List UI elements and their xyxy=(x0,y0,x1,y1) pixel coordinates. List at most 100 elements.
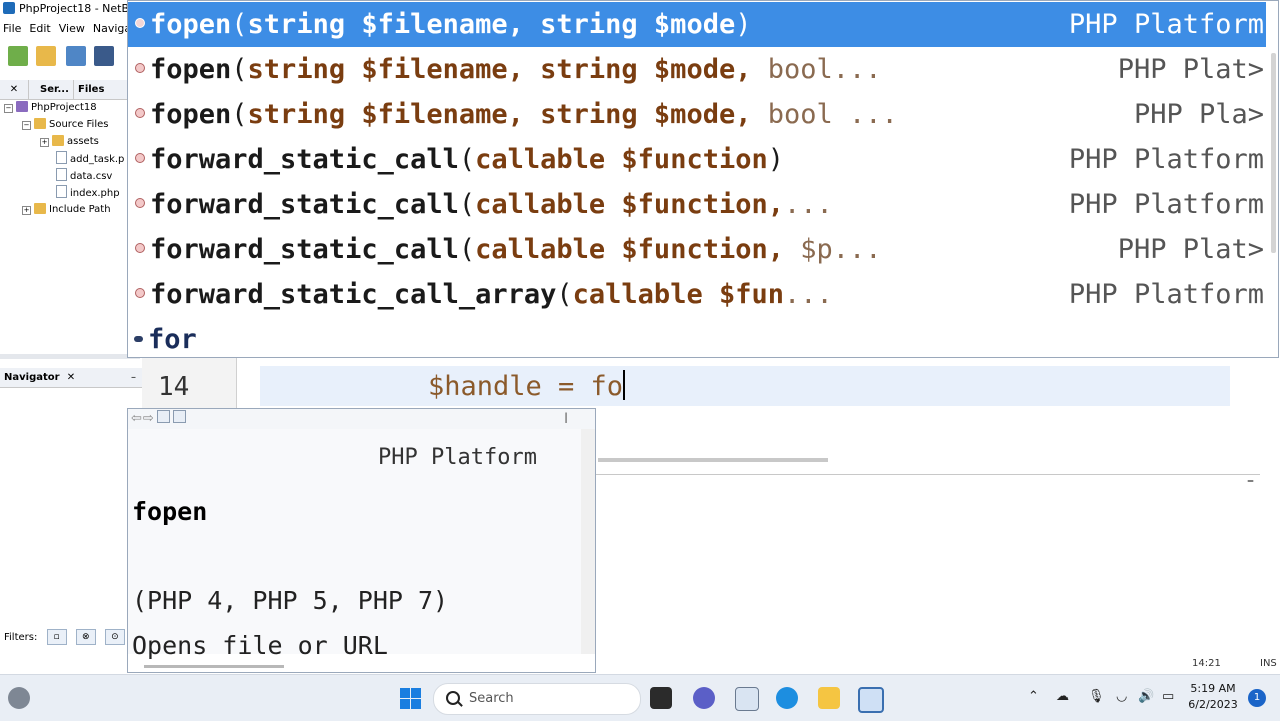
doc-versions: (PHP 4, PHP 5, PHP 7) xyxy=(132,586,449,615)
completion-item[interactable]: forward_static_call(callable $function,.… xyxy=(128,182,1266,227)
completion-item-keyword[interactable]: for xyxy=(128,317,1266,357)
tree-item-label: add_task.p xyxy=(70,154,125,165)
completion-item[interactable]: fopen(string $filename, string $mode) PHP… xyxy=(128,2,1266,47)
teams-chat-icon[interactable] xyxy=(693,687,715,709)
expand-icon[interactable]: + xyxy=(40,138,49,147)
completion-source: PHP Plat> xyxy=(1117,234,1264,265)
params-overflow: bool... xyxy=(751,54,882,85)
caret-position: 14:21 xyxy=(1192,658,1221,669)
open-paren: ( xyxy=(231,99,248,130)
collapse-icon[interactable]: − xyxy=(22,121,31,130)
new-file-icon[interactable] xyxy=(8,46,28,66)
folder-icon xyxy=(52,135,64,146)
minimize-output-icon[interactable]: – xyxy=(1247,473,1254,489)
close-paren: ) xyxy=(735,9,752,40)
function-name: fopen xyxy=(150,99,232,130)
system-clock[interactable]: 5:19 AM 6/2/2023 xyxy=(1186,681,1240,713)
edge-browser-icon[interactable] xyxy=(776,687,798,709)
tab-services[interactable]: Ser... xyxy=(36,80,74,99)
close-panel-icon[interactable]: ✕ xyxy=(0,80,29,99)
tab-files[interactable]: Files xyxy=(74,80,108,99)
doc-vertical-scrollbar[interactable] xyxy=(581,429,595,654)
open-paren: ( xyxy=(556,279,573,310)
menu-navigate[interactable]: Navigate xyxy=(93,22,130,35)
filter-private-icon[interactable]: ⊙ xyxy=(104,629,125,645)
notification-badge[interactable]: 1 xyxy=(1248,689,1266,707)
microphone-icon[interactable]: 🎙 xyxy=(1088,689,1105,704)
method-icon xyxy=(135,18,145,28)
doc-source: PHP Platform xyxy=(378,445,537,470)
line-number: 14 xyxy=(158,372,190,402)
completion-source: PHP Pla> xyxy=(1133,99,1264,130)
editor-horizontal-scrollbar[interactable] xyxy=(598,458,828,462)
filter-static-icon[interactable]: ⊗ xyxy=(75,629,96,645)
function-name: fopen xyxy=(150,9,232,40)
completion-item[interactable]: fopen(string $filename, string $mode, bo… xyxy=(128,92,1266,137)
panel-splitter[interactable] xyxy=(0,354,140,359)
code-completion-popup: fopen(string $filename, string $mode) PHP… xyxy=(127,0,1279,358)
clock-date: 6/2/2023 xyxy=(1188,698,1238,711)
taskbar-search[interactable]: Search xyxy=(433,683,641,715)
menu-edit[interactable]: Edit xyxy=(29,22,50,35)
function-name: forward_static_call xyxy=(150,144,459,175)
minimize-navigator-icon[interactable]: – xyxy=(131,368,136,387)
menu-file[interactable]: File xyxy=(3,22,21,35)
new-project-icon[interactable] xyxy=(36,46,56,66)
completion-source: PHP Plat> xyxy=(1117,54,1264,85)
chevron-up-icon[interactable]: ⌃ xyxy=(1028,689,1039,704)
close-navigator-icon[interactable]: ✕ xyxy=(67,372,75,383)
doc-horizontal-scrollbar[interactable] xyxy=(144,665,284,668)
completion-item[interactable]: forward_static_call(callable $function) P… xyxy=(128,137,1266,182)
tree-item-index-php[interactable]: index.php xyxy=(56,185,120,201)
navigator-header: Navigator ✕ – xyxy=(0,368,142,388)
completion-source: PHP Platform xyxy=(1068,9,1264,40)
netbeans-taskbar-icon[interactable] xyxy=(858,687,884,713)
method-icon xyxy=(135,153,145,163)
windows-start-icon[interactable] xyxy=(400,688,421,709)
completion-item[interactable]: forward_static_call(callable $function, … xyxy=(128,227,1266,272)
back-arrow-icon[interactable]: ⇦ xyxy=(131,411,142,426)
documentation-popup: ⇦⇨ I PHP Platform fopen (PHP 4, PHP 5, P… xyxy=(127,408,596,673)
file-explorer-icon[interactable] xyxy=(818,687,840,709)
tree-item-data-csv[interactable]: data.csv xyxy=(56,168,112,184)
battery-icon[interactable]: ▭ xyxy=(1162,689,1174,704)
tree-item-assets[interactable]: + assets xyxy=(40,134,99,150)
collapse-icon[interactable]: − xyxy=(4,104,13,113)
open-project-icon[interactable] xyxy=(66,46,86,66)
completion-item[interactable]: forward_static_call_array(callable $fun.… xyxy=(128,272,1266,317)
clock-time: 5:19 AM xyxy=(1190,682,1236,695)
function-name: forward_static_call xyxy=(150,234,459,265)
tree-item-source-files[interactable]: − Source Files xyxy=(22,117,108,133)
completion-source: PHP Platform xyxy=(1068,144,1264,175)
open-source-icon[interactable] xyxy=(156,410,170,423)
save-all-icon[interactable] xyxy=(94,46,114,66)
keyword-label: for xyxy=(148,324,197,355)
completion-item[interactable]: fopen(string $filename, string $mode, bo… xyxy=(128,47,1266,92)
tree-item-add-task[interactable]: add_task.p xyxy=(56,151,124,167)
php-file-icon xyxy=(56,185,67,198)
tree-item-include-path[interactable]: + Include Path xyxy=(22,202,111,218)
completion-source: PHP Platform xyxy=(1068,279,1264,310)
volume-icon[interactable]: 🔊 xyxy=(1138,689,1154,704)
snipping-tool-icon[interactable] xyxy=(735,687,759,711)
forward-arrow-icon[interactable]: ⇨ xyxy=(143,411,154,426)
task-view-icon[interactable] xyxy=(650,687,672,709)
wifi-icon[interactable]: ◡ xyxy=(1116,689,1127,704)
completion-scrollbar[interactable] xyxy=(1271,53,1276,253)
current-line-highlight xyxy=(260,366,1230,406)
open-browser-icon[interactable] xyxy=(172,410,186,423)
navigator-title: Navigator xyxy=(4,372,60,383)
filter-fields-icon[interactable]: ▫ xyxy=(46,629,67,645)
main-toolbar xyxy=(0,42,130,74)
function-name: forward_static_call_array xyxy=(150,279,557,310)
code-line[interactable]: $handle = fo xyxy=(428,370,626,402)
tree-item-label: index.php xyxy=(70,188,120,199)
doc-function-name: fopen xyxy=(132,497,208,526)
network-status-icon[interactable]: ☁ xyxy=(1056,689,1069,704)
windows-taskbar: Search ⌃ ☁ 🎙 ◡ 🔊 ▭ 5:19 AM 6/2/2023 1 xyxy=(0,674,1280,721)
weather-widget-icon[interactable] xyxy=(8,687,30,709)
tree-item-project[interactable]: − PhpProject18 xyxy=(4,100,97,116)
method-icon xyxy=(135,108,145,118)
menu-view[interactable]: View xyxy=(59,22,85,35)
expand-icon[interactable]: + xyxy=(22,206,31,215)
